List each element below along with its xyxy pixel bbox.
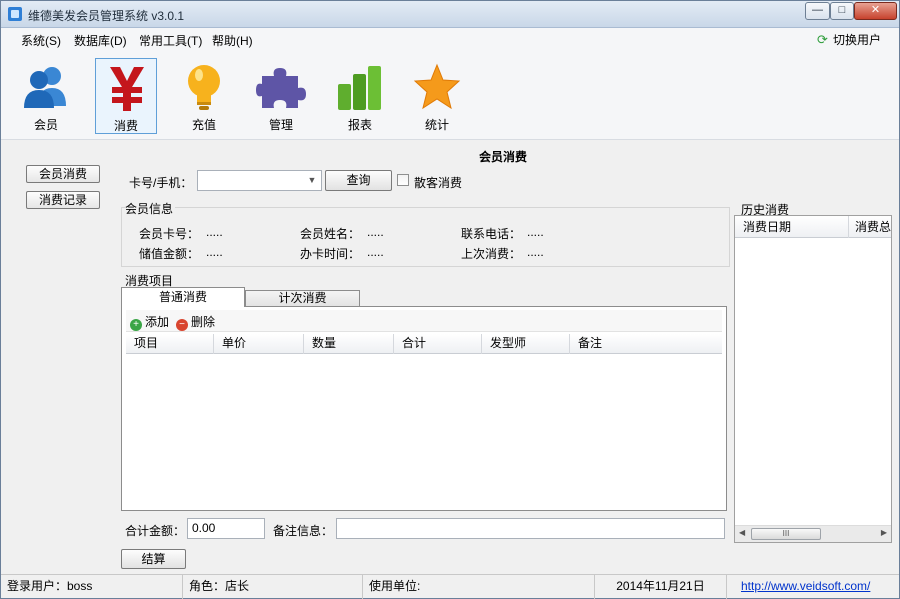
card-phone-combobox[interactable]: ▼	[197, 170, 322, 191]
website-link[interactable]: http://www.veidsoft.com/	[741, 579, 870, 593]
add-item-button[interactable]: + 添加	[130, 313, 169, 331]
items-grid-body[interactable]	[126, 355, 722, 505]
menu-system[interactable]: 系统(S)	[21, 32, 61, 49]
member-consume-button[interactable]: 会员消费	[26, 165, 100, 183]
toolbar-recharge-label: 充值	[191, 118, 216, 132]
col-price[interactable]: 单价	[214, 334, 304, 354]
query-button[interactable]: 查询	[325, 170, 392, 191]
toolbar-reports-label: 报表	[347, 118, 372, 132]
add-icon: +	[130, 319, 142, 331]
history-col-date[interactable]: 消费日期	[735, 216, 849, 238]
open-date-value: .....	[367, 245, 384, 259]
switch-user-label: 切换用户	[832, 33, 881, 47]
menu-bar: 系统(S) 数据库(D) 常用工具(T) 帮助(H) ⟳ 切换用户	[1, 28, 899, 50]
app-window: 维德美发会员管理系统 v3.0.1 — □ ✕ 系统(S) 数据库(D) 常用工…	[0, 0, 900, 599]
scroll-left-icon[interactable]: ◀	[739, 528, 745, 537]
col-item[interactable]: 项目	[126, 334, 214, 354]
history-panel[interactable]: 消费日期 消费总 ◀ III ▶	[734, 215, 892, 543]
tab-count-consume[interactable]: 计次消费	[245, 290, 360, 306]
bar-chart-icon	[338, 66, 381, 110]
history-header: 消费日期 消费总	[735, 216, 891, 238]
toolbar-members[interactable]: 会员	[15, 58, 77, 134]
toolbar-consume-label: 消费	[113, 119, 138, 133]
status-role: 角色：店长	[183, 575, 363, 599]
title-bar[interactable]: 维德美发会员管理系统 v3.0.1 — □ ✕	[1, 1, 899, 28]
history-col-total[interactable]: 消费总	[849, 216, 891, 238]
members-icon	[24, 67, 66, 108]
menu-help[interactable]: 帮助(H)	[212, 32, 253, 49]
window-title: 维德美发会员管理系统 v3.0.1	[28, 9, 185, 23]
phone-label: 联系电话：	[461, 227, 522, 241]
close-button[interactable]: ✕	[854, 2, 897, 20]
last-consume-label: 上次消费：	[461, 247, 522, 261]
scroll-right-icon[interactable]: ▶	[881, 528, 887, 537]
yen-icon	[110, 67, 144, 111]
total-amount-label: 合计金额：	[125, 524, 186, 538]
menu-tools[interactable]: 常用工具(T)	[139, 32, 202, 49]
card-no-value: .....	[206, 225, 223, 239]
col-qty[interactable]: 数量	[304, 334, 394, 354]
total-amount-field[interactable]: 0.00	[187, 518, 265, 539]
items-grid-header: 项目 单价 数量 合计 发型师 备注	[126, 334, 722, 354]
guest-consume-checkbox[interactable]	[397, 174, 409, 186]
star-icon	[413, 63, 461, 110]
guest-consume-label: 散客消费	[414, 176, 463, 190]
maximize-button[interactable]: □	[830, 2, 854, 20]
toolbar-manage[interactable]: 管理	[250, 58, 312, 134]
page-title: 会员消费	[479, 150, 528, 164]
last-consume-value: .....	[527, 245, 544, 259]
main-toolbar: 会员 消费 充值 管理 报表 统计	[1, 50, 899, 140]
card-phone-label: 卡号/手机：	[129, 176, 193, 190]
chevron-down-icon[interactable]: ▼	[305, 173, 319, 188]
delete-item-label: 删除	[191, 315, 216, 329]
phone-value: .....	[527, 225, 544, 239]
toolbar-reports[interactable]: 报表	[329, 58, 391, 134]
col-stylist[interactable]: 发型师	[482, 334, 570, 354]
note-field[interactable]	[336, 518, 725, 539]
app-icon	[8, 7, 22, 21]
toolbar-statistics[interactable]: 统计	[406, 58, 468, 134]
add-item-label: 添加	[145, 315, 170, 329]
card-no-label: 会员卡号：	[139, 227, 200, 241]
toolbar-consume[interactable]: 消费	[95, 58, 157, 134]
lightbulb-icon	[188, 65, 220, 110]
status-bar: 登录用户：boss 角色：店长 使用单位: 2014年11月21日 http:/…	[1, 574, 899, 599]
delete-item-button[interactable]: − 删除	[176, 313, 215, 331]
toolbar-manage-label: 管理	[268, 118, 293, 132]
balance-value: .....	[206, 245, 223, 259]
tab-normal-consume[interactable]: 普通消费	[121, 287, 245, 307]
menu-database[interactable]: 数据库(D)	[74, 32, 127, 49]
open-date-label: 办卡时间：	[300, 247, 361, 261]
toolbar-members-label: 会员	[33, 118, 58, 132]
member-name-value: .....	[367, 225, 384, 239]
minimize-button[interactable]: —	[805, 2, 830, 20]
checkout-button[interactable]: 结算	[121, 549, 186, 569]
balance-label: 储值金额：	[139, 247, 200, 261]
status-date: 2014年11月21日	[595, 575, 727, 599]
toolbar-statistics-label: 统计	[424, 118, 449, 132]
consume-records-button[interactable]: 消费记录	[26, 191, 100, 209]
items-toolbar: + 添加 − 删除	[126, 310, 722, 332]
refresh-icon: ⟳	[816, 32, 828, 47]
history-scrollbar[interactable]: ◀ III ▶	[735, 525, 891, 542]
member-info-title: 会员信息	[125, 200, 176, 217]
status-unit: 使用单位:	[363, 575, 595, 599]
note-label: 备注信息：	[273, 524, 334, 538]
switch-user-button[interactable]: ⟳ 切换用户	[817, 31, 881, 48]
toolbar-recharge[interactable]: 充值	[173, 58, 235, 134]
member-name-label: 会员姓名：	[300, 227, 361, 241]
delete-icon: −	[176, 319, 188, 331]
col-subtotal[interactable]: 合计	[394, 334, 482, 354]
status-user: 登录用户：boss	[1, 575, 183, 599]
scroll-thumb[interactable]: III	[751, 528, 821, 540]
col-note[interactable]: 备注	[570, 334, 722, 354]
puzzle-icon	[256, 68, 306, 108]
status-website[interactable]: http://www.veidsoft.com/	[727, 575, 899, 599]
